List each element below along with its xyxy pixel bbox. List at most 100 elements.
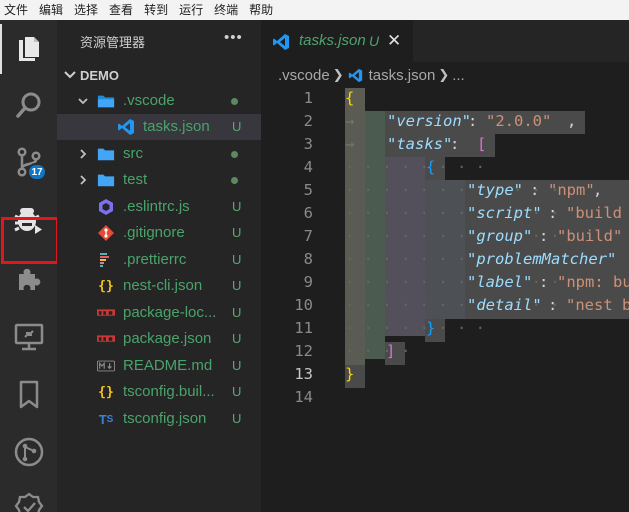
more-actions-button[interactable]: ••• (224, 29, 243, 46)
untracked-status: U (232, 358, 242, 373)
activity-search[interactable] (0, 80, 57, 130)
tree-item-label: tasks.json (143, 118, 210, 135)
prettier-icon (97, 252, 115, 268)
tree-item-tasks-json[interactable]: tasks.json U (57, 114, 261, 140)
code-token: } (345, 365, 355, 383)
tree-item-package-lock[interactable]: package-loc... U (57, 300, 261, 326)
line-number: 8 (303, 250, 313, 268)
untracked-status: U (232, 252, 242, 267)
vscode-json-icon (348, 68, 363, 83)
source-control-badge: 17 (27, 163, 47, 181)
menu-file[interactable]: 文件 (4, 0, 28, 20)
folder-icon (97, 172, 115, 188)
chevron-right-icon: ❯ (332, 67, 344, 82)
line-number: 4 (303, 158, 313, 176)
tree-item-vscode[interactable]: .vscode (57, 88, 261, 114)
line-number: 7 (303, 227, 313, 245)
editor-area: tasks.json U ✕ .vscode ❯ tasks.json ❯ ..… (261, 20, 629, 512)
tree-item-src[interactable]: src (57, 141, 261, 167)
active-indicator (0, 24, 2, 74)
activity-git-graph[interactable] (0, 427, 57, 477)
whitespace-dots: · · · · · · · · (345, 158, 495, 176)
modified-dot (231, 177, 238, 184)
workspace-root-label: DEMO (80, 68, 119, 83)
tree-item-readme[interactable]: README.md U (57, 353, 261, 379)
tree-item-label: nest-cli.json (123, 277, 203, 294)
menu-view[interactable]: 查看 (109, 0, 133, 20)
menu-terminal[interactable]: 终端 (214, 0, 238, 20)
menu-help[interactable]: 帮助 (249, 0, 273, 20)
npm-icon (97, 305, 115, 321)
code-editor[interactable]: 1 { 2 → "version" : "2.0.0" , 3 → "tasks… (261, 88, 629, 512)
whitespace-dots: · · · · · · · · · · · · (345, 181, 560, 199)
search-icon (15, 92, 40, 118)
tree-item-label: test (123, 171, 148, 188)
code-line: 6 · · · · · · · · · · · · "script" : "bu… (261, 203, 629, 226)
tree-item-test[interactable]: test (57, 167, 261, 193)
close-icon[interactable]: ✕ (387, 31, 401, 51)
code-token: "script" (467, 204, 542, 222)
code-token: { (426, 158, 436, 176)
code-token: , (593, 181, 603, 199)
code-token: "npm" (548, 181, 595, 199)
breadcrumb-item[interactable]: .vscode (278, 67, 330, 84)
explorer-sidebar: 资源管理器 ••• DEMO .vscode tasks.json U src (57, 20, 261, 512)
tree-item-prettierrc[interactable]: .prettierrc U (57, 247, 261, 273)
bookmarks-icon (19, 380, 38, 409)
activity-remote-explorer[interactable] (0, 312, 57, 362)
code-token: "build" (557, 227, 623, 245)
tree-item-tsconfig-json[interactable]: TS tsconfig.json U (57, 406, 261, 432)
code-line: 2 → "version" : "2.0.0" , (261, 111, 629, 134)
activity-source-control[interactable] (0, 137, 57, 187)
chevron-down-icon (78, 98, 88, 105)
tab-bar: tasks.json U ✕ (261, 20, 629, 62)
code-token: { (345, 89, 355, 107)
eslint-icon (97, 199, 115, 215)
untracked-status: U (232, 305, 242, 320)
menu-edit[interactable]: 编辑 (39, 0, 63, 20)
line-number: 1 (303, 89, 313, 107)
json-icon: {} (98, 384, 114, 400)
menu-go[interactable]: 转到 (144, 0, 168, 20)
whitespace-dots: · · · · · · · · (345, 319, 495, 337)
breadcrumb-item[interactable]: tasks.json (369, 67, 436, 84)
code-token: "detail" (467, 296, 542, 314)
activity-extensions[interactable] (0, 254, 57, 304)
tree-item-label: package-loc... (123, 304, 217, 321)
line-number: 5 (303, 181, 313, 199)
vscode-json-icon (272, 33, 290, 56)
tree-item-label: package.json (123, 330, 212, 347)
extensions-icon (18, 268, 40, 290)
code-line: 11 · · · · · · · · } (261, 318, 629, 341)
code-line: 14 (261, 387, 629, 410)
code-line: 3 → "tasks" : [ (261, 134, 629, 157)
tab-tasks-json[interactable]: tasks.json U ✕ (261, 20, 413, 62)
line-number: 2 (303, 112, 313, 130)
menu-selection[interactable]: 选择 (74, 0, 98, 20)
code-token: "label" (467, 273, 533, 291)
tab-arrow-icon: → (345, 135, 355, 153)
line-number: 11 (294, 319, 313, 337)
tree-item-gitignore[interactable]: .gitignore U (57, 220, 261, 246)
activity-check[interactable] (0, 482, 57, 512)
line-number: 14 (294, 388, 313, 406)
chevron-right-icon (80, 149, 87, 159)
code-token: : (468, 112, 487, 130)
npm-icon (97, 331, 115, 347)
code-token: , (567, 112, 577, 130)
line-number: 13 (294, 365, 313, 383)
menu-bar: 文件 编辑 选择 查看 转到 运行 终端 帮助 (0, 0, 629, 20)
code-token: "npm: bu (557, 273, 629, 291)
code-token: : (539, 273, 558, 291)
tree-item-nest-cli-json[interactable]: {} nest-cli.json U (57, 273, 261, 299)
tree-item-label: tsconfig.json (123, 410, 207, 427)
tree-item-label: tsconfig.buil... (123, 383, 215, 400)
tree-item-eslintrc[interactable]: .eslintrc.js U (57, 194, 261, 220)
activity-explorer[interactable] (0, 24, 57, 74)
activity-bookmarks[interactable] (0, 370, 57, 420)
tree-item-tsconfig-build[interactable]: {} tsconfig.buil... U (57, 379, 261, 405)
breadcrumb-item[interactable]: ... (452, 67, 465, 84)
tree-item-package-json[interactable]: package.json U (57, 326, 261, 352)
menu-run[interactable]: 运行 (179, 0, 203, 20)
workspace-root[interactable]: DEMO (57, 64, 261, 86)
